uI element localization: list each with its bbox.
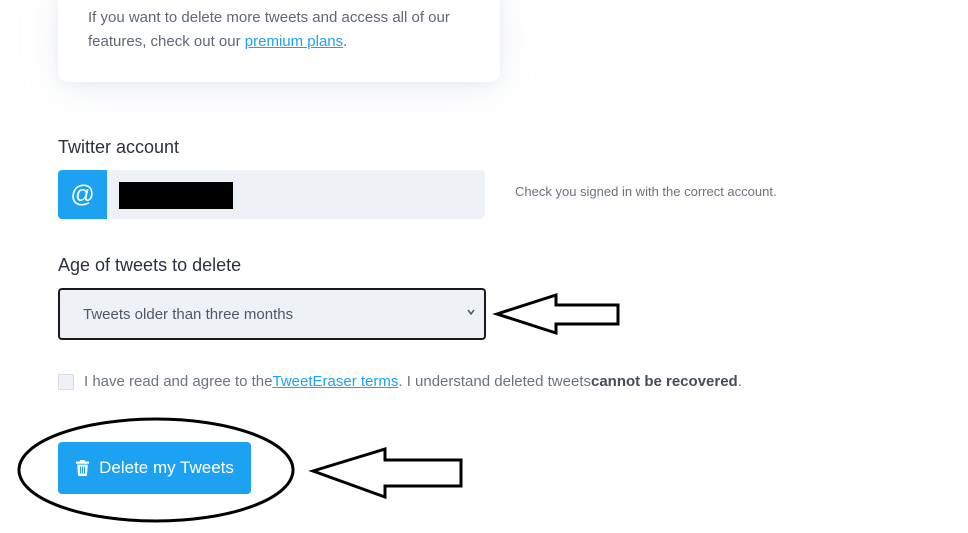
trash-icon xyxy=(76,460,90,476)
terms-checkbox[interactable] xyxy=(58,373,74,390)
at-sign-icon: @ xyxy=(58,170,107,219)
premium-info-period: . xyxy=(343,33,348,50)
terms-text: I have read and agree to the xyxy=(84,373,273,390)
redacted-username xyxy=(119,182,233,209)
tweet-age-label: Age of tweets to delete xyxy=(58,255,242,275)
twitter-account-label: Twitter account xyxy=(58,137,180,157)
tweet-age-selected-value: Tweets older than three months xyxy=(83,305,294,323)
arrow-to-select-icon xyxy=(492,292,620,336)
premium-info-card: If you want to delete more tweets and ac… xyxy=(58,0,500,82)
twitter-account-field: @ xyxy=(58,170,485,219)
terms-text-end: . xyxy=(737,373,742,390)
tweet-age-select[interactable]: Tweets older than three months xyxy=(58,288,486,340)
tweeteraser-terms-link[interactable]: TweetEraser terms xyxy=(272,373,398,390)
account-hint-text: Check you signed in with the correct acc… xyxy=(515,184,777,199)
terms-text-middle: . I understand deleted tweets xyxy=(398,373,591,390)
arrow-to-button-icon xyxy=(308,446,463,500)
delete-button-label: Delete my Tweets xyxy=(99,458,234,477)
twitter-account-input[interactable] xyxy=(107,170,485,219)
chevron-down-icon xyxy=(467,309,475,316)
premium-plans-link[interactable]: premium plans xyxy=(245,33,343,50)
terms-warning-bold: cannot be recovered xyxy=(591,373,738,390)
terms-agreement-row: I have read and agree to the TweetEraser… xyxy=(58,373,742,390)
delete-tweets-button[interactable]: Delete my Tweets xyxy=(58,442,251,494)
